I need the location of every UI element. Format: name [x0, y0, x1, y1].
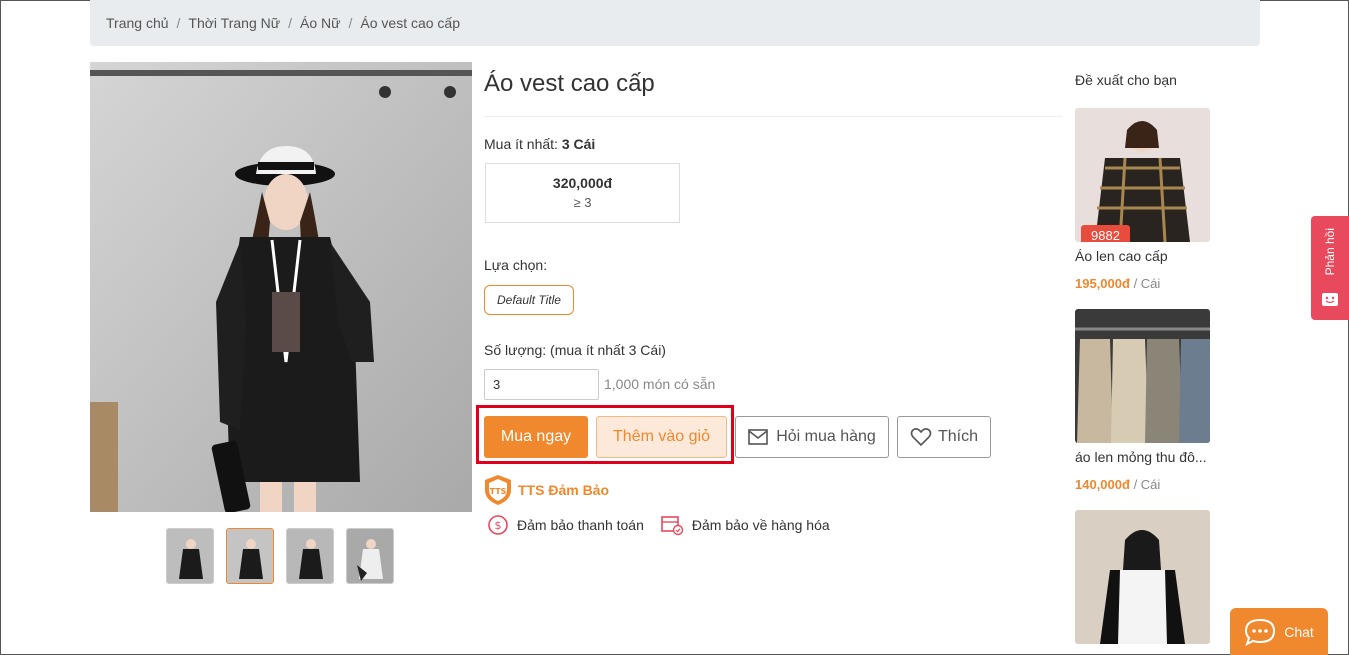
- title-divider: [484, 116, 1062, 117]
- quantity-input[interactable]: [484, 369, 599, 400]
- thumbnail-3[interactable]: [286, 528, 334, 584]
- recommendation-name[interactable]: Áo len cao cấp: [1075, 248, 1210, 264]
- breadcrumb: Trang chủ / Thời Trang Nữ / Áo Nữ / Áo v…: [90, 0, 1260, 46]
- recommendation-price-value: 140,000đ: [1075, 477, 1130, 492]
- price-tier-box: 320,000đ ≥ 3: [485, 163, 680, 223]
- stock-text: 1,000 món có sẵn: [604, 376, 716, 392]
- option-chip-default-title[interactable]: Default Title: [484, 285, 574, 315]
- recommendation-price-unit: / Cái: [1133, 477, 1161, 492]
- breadcrumb-separator: /: [348, 15, 353, 31]
- breadcrumb-separator: /: [288, 15, 292, 31]
- breadcrumb-home[interactable]: Trang chủ: [106, 15, 169, 31]
- breadcrumb-womens-tops[interactable]: Áo Nữ: [300, 15, 341, 31]
- breadcrumb-separator: /: [176, 15, 181, 31]
- product-main-image[interactable]: [90, 62, 472, 512]
- like-button[interactable]: Thích: [897, 416, 991, 458]
- recommendation-price: 140,000đ / Cái: [1075, 477, 1215, 492]
- package-check-icon: [661, 516, 684, 536]
- price-condition: ≥ 3: [573, 195, 592, 210]
- guarantee-title: TTS Đảm Bảo: [518, 482, 610, 498]
- product-photo: [90, 62, 472, 512]
- recommendation-name[interactable]: áo len mỏng thu đô...: [1075, 449, 1210, 465]
- assurance-payment-label: Đảm bảo thanh toán: [517, 517, 644, 533]
- breadcrumb-womens-fashion[interactable]: Thời Trang Nữ: [188, 15, 280, 31]
- recommendation-image[interactable]: [1075, 510, 1210, 644]
- recommendation-photo: [1075, 510, 1210, 644]
- recommendation-image[interactable]: [1075, 309, 1210, 443]
- feedback-tab[interactable]: Phản hồi: [1311, 216, 1349, 320]
- thumbnail-strip: [166, 528, 394, 584]
- ask-to-buy-button[interactable]: Hỏi mua hàng: [735, 416, 889, 458]
- smiley-chat-icon: [1322, 293, 1338, 306]
- min-buy: Mua ít nhất: 3 Cái: [484, 136, 595, 152]
- min-buy-value: 3 Cái: [561, 136, 596, 152]
- thumbnail-1[interactable]: [166, 528, 214, 584]
- assurance-list: $ Đảm bảo thanh toán Đảm bảo về hàng hóa: [487, 514, 830, 536]
- recommendation-price-value: 195,000đ: [1075, 276, 1130, 291]
- shield-icon-text: TTS: [490, 487, 507, 496]
- thumbnail-photo: [287, 529, 333, 583]
- thumbnail-4[interactable]: [346, 528, 394, 584]
- recommendation-image[interactable]: 9882: [1075, 108, 1210, 242]
- recommendation-item[interactable]: 9882 Áo len cao cấp 195,000đ / Cái: [1075, 108, 1215, 291]
- assurance-goods-label: Đảm bảo về hàng hóa: [691, 517, 830, 533]
- thumbnail-photo: [227, 529, 273, 583]
- breadcrumb-current: Áo vest cao cấp: [360, 15, 461, 31]
- thumbnail-2-selected[interactable]: [226, 528, 274, 584]
- thumbnail-photo: [347, 529, 393, 583]
- tts-guarantee: TTS TTS Đảm Bảo: [484, 474, 609, 506]
- chat-label: Chat: [1284, 623, 1314, 640]
- price-value: 320,000đ: [552, 175, 613, 191]
- recommendation-item[interactable]: áo len mỏng thu đô... 140,000đ / Cái: [1075, 309, 1215, 492]
- shield-icon: TTS: [485, 475, 511, 505]
- heart-icon: [910, 428, 932, 447]
- feedback-label: Phản hồi: [1323, 228, 1337, 276]
- recommendations-title: Đề xuất cho bạn: [1075, 72, 1177, 88]
- envelope-icon: [748, 429, 768, 445]
- recommendation-price: 195,000đ / Cái: [1075, 276, 1215, 291]
- like-label: Thích: [937, 428, 978, 445]
- add-to-cart-button[interactable]: Thêm vào giỏ: [596, 416, 727, 458]
- chat-button[interactable]: Chat: [1230, 608, 1328, 655]
- sold-count-badge: 9882: [1081, 225, 1130, 242]
- recommendation-item[interactable]: [1075, 510, 1215, 644]
- thumbnail-photo: [167, 529, 213, 583]
- buy-now-button[interactable]: Mua ngay: [484, 416, 588, 458]
- recommendation-photo: [1075, 309, 1210, 443]
- assurance-goods: Đảm bảo về hàng hóa: [660, 514, 830, 536]
- recommendation-photo: [1075, 108, 1210, 242]
- chat-bubble-icon: [1245, 618, 1276, 646]
- recommendation-price-unit: / Cái: [1133, 276, 1161, 291]
- dollar-coin-icon: $: [488, 515, 508, 535]
- ask-to-buy-label: Hỏi mua hàng: [776, 428, 876, 445]
- product-title: Áo vest cao cấp: [484, 70, 655, 97]
- svg-text:$: $: [495, 519, 502, 532]
- option-label: Lựa chọn:: [484, 257, 548, 273]
- min-buy-label: Mua ít nhất:: [484, 136, 558, 152]
- quantity-label: Số lượng: (mua ít nhất 3 Cái): [484, 342, 666, 358]
- assurance-payment: $ Đảm bảo thanh toán: [487, 514, 644, 536]
